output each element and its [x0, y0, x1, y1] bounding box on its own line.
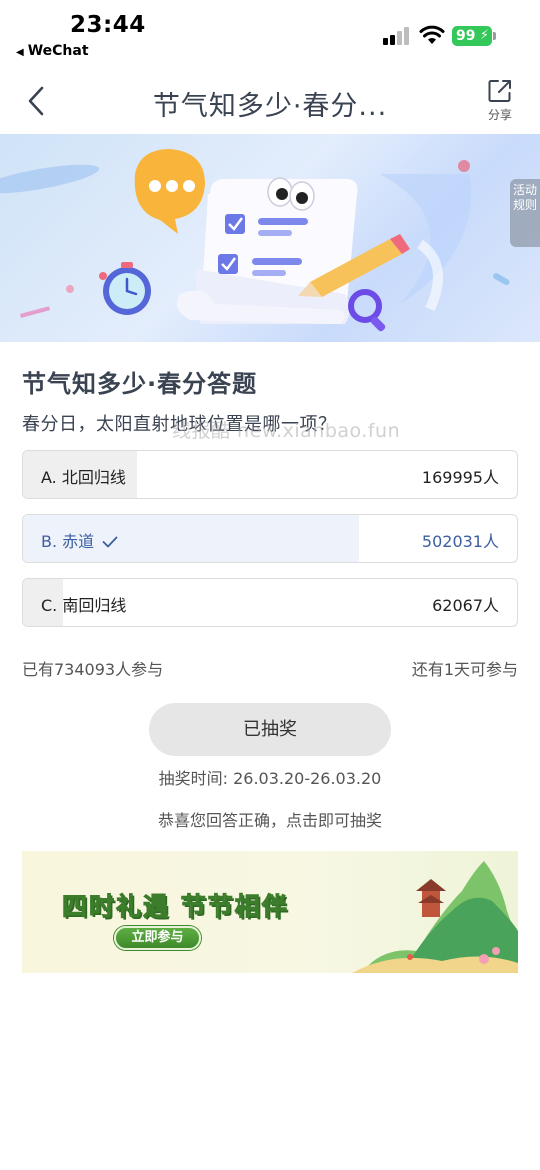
option-c-count: 62067人 — [432, 596, 499, 615]
participants-count: 已有734093人参与 — [22, 660, 164, 679]
nav-bar: 节气知多少·春分... 分享 — [0, 70, 540, 134]
quiz-title: 节气知多少·春分答题 — [22, 370, 258, 398]
share-label: 分享 — [487, 108, 512, 122]
check-icon — [102, 536, 118, 548]
draw-button[interactable]: 已抽奖 — [149, 703, 391, 756]
page-title: 节气知多少·春分... — [152, 91, 388, 122]
option-b[interactable]: B. 赤道 502031人 — [22, 514, 518, 563]
wifi-icon — [419, 25, 445, 44]
status-bar: 23:44 ◀ WeChat 99 ⚡ — [0, 0, 540, 70]
back-triangle-icon: ◀ — [16, 47, 24, 58]
option-c[interactable]: C. 南回归线 62067人 — [22, 578, 518, 627]
option-b-label: B. 赤道 — [41, 532, 95, 551]
option-c-label: C. 南回归线 — [41, 596, 127, 615]
battery-tip — [493, 32, 496, 40]
back-to-app-link[interactable]: ◀ WeChat — [16, 43, 89, 59]
option-b-count: 502031人 — [421, 532, 499, 551]
back-chevron-icon[interactable] — [22, 84, 52, 118]
signal-icon — [383, 27, 411, 45]
status-time: 23:44 — [70, 12, 146, 38]
days-remaining: 还有1天可参与 — [411, 660, 518, 679]
option-a-label: A. 北回归线 — [41, 468, 126, 487]
promo-banner[interactable]: 四时礼遇 节节相伴 立即参与 — [22, 851, 518, 973]
activity-rules-tab[interactable]: 活动规则 — [510, 179, 540, 247]
back-app-label: WeChat — [27, 43, 89, 59]
share-icon — [488, 80, 511, 102]
watermark: 线报酷 new.xianbao.fun — [172, 420, 401, 442]
option-a[interactable]: A. 北回归线 169995人 — [22, 450, 518, 499]
share-button[interactable]: 分享 — [482, 78, 518, 128]
draw-time: 抽奖时间: 26.03.20-26.03.20 — [158, 769, 382, 788]
battery-icon: 99 ⚡ — [452, 26, 492, 46]
quiz-banner: 活动规则 — [0, 134, 540, 342]
banner-illustration — [0, 149, 510, 332]
promo-join-button[interactable]: 立即参与 — [114, 926, 201, 950]
option-a-count: 169995人 — [421, 468, 499, 487]
congrats-text: 恭喜您回答正确，点击即可抽奖 — [157, 811, 382, 830]
option-b-label-wrap: B. 赤道 — [41, 528, 118, 552]
battery-level: 99 — [456, 28, 476, 44]
promo-title: 四时礼遇 节节相伴 — [62, 892, 289, 922]
